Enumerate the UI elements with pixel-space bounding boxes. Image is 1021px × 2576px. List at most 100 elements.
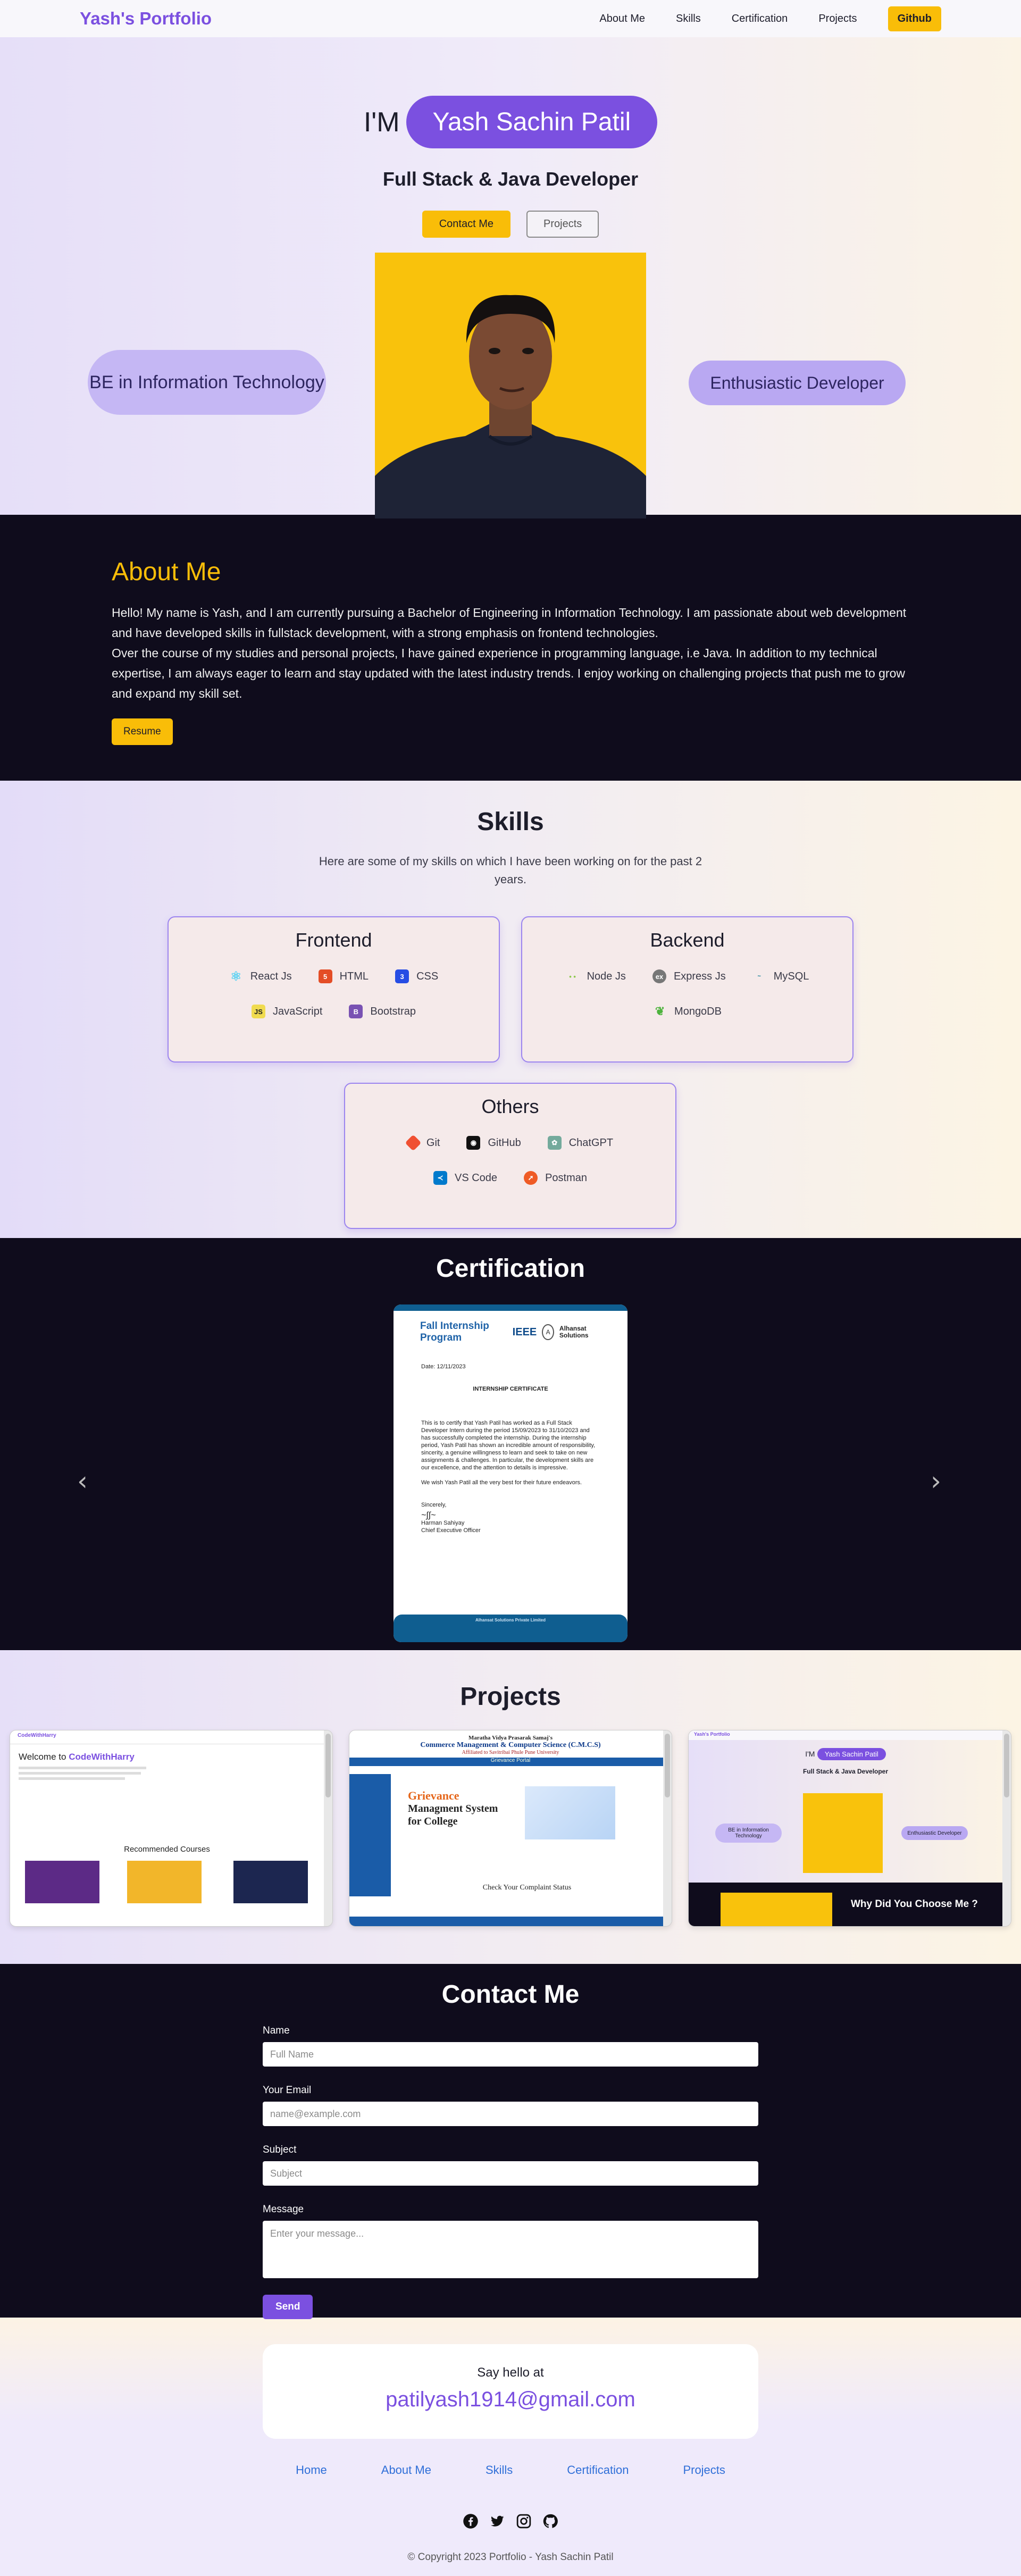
skill-list: Git ◉ GitHub ✿ ChatGPT ≺ VS Code ➚ Postman <box>345 1134 675 1185</box>
skill-name: MySQL <box>773 970 809 982</box>
skill-name: MongoDB <box>674 1005 722 1017</box>
skill-item: ~ MySQL <box>752 969 809 983</box>
say-hello-card: Say hello at patilyash1914@gmail.com <box>263 2344 758 2439</box>
skill-item: ≺ VS Code <box>433 1171 497 1185</box>
message-textarea[interactable] <box>263 2221 758 2278</box>
project-scrollbar[interactable] <box>324 1730 332 1926</box>
project-card-portfolio[interactable]: Yash's Portfolio I'M Yash Sachin Patil F… <box>688 1730 1011 1927</box>
html-icon: 5 <box>318 969 332 983</box>
skill-item: ◉ GitHub <box>466 1136 521 1150</box>
express-icon: ex <box>652 969 666 983</box>
course-thumb-javascript[interactable] <box>127 1861 202 1903</box>
instagram-icon[interactable] <box>516 2513 532 2529</box>
skill-card-title: Others <box>481 1095 539 1117</box>
skill-list: • • Node Js ex Express Js ~ MySQL ❦ MongoDB <box>522 969 852 1018</box>
footer-links: Home About Me Skills Certification Proje… <box>0 2463 1021 2477</box>
brand-logo[interactable]: Yash's Portfolio <box>80 9 212 29</box>
skill-name: CSS <box>416 970 439 982</box>
skills-title: Skills <box>477 808 544 836</box>
nav-link-certification[interactable]: Certification <box>732 13 788 25</box>
certificate-card: Fall Internship Program IEEE A Alhansat … <box>394 1304 627 1642</box>
skill-name: GitHub <box>488 1136 521 1149</box>
project-name-pill: Yash Sachin Patil <box>817 1748 886 1760</box>
facebook-icon[interactable] <box>463 2513 479 2529</box>
hero-name-row: I'M Yash Sachin Patil <box>0 96 1021 148</box>
send-button[interactable]: Send <box>263 2295 313 2319</box>
subject-label: Subject <box>263 2144 297 2155</box>
about-section: About Me Hello! My name is Yash, and I a… <box>0 515 1021 781</box>
certificate-sincerely: Sincerely, <box>421 1502 447 1508</box>
skill-list: ⚛ React Js 5 HTML 3 CSS JS JavaScript B Boots… <box>169 969 499 1018</box>
project-photo-2 <box>721 1893 832 1926</box>
footer-link-projects[interactable]: Projects <box>683 2463 725 2477</box>
project-scrollbar[interactable] <box>1002 1730 1011 1926</box>
project-photo <box>803 1793 883 1873</box>
nav-link-skills[interactable]: Skills <box>676 13 701 25</box>
nav-link-about[interactable]: About Me <box>599 13 645 25</box>
github-button[interactable]: Github <box>888 6 941 31</box>
course-thumb-python[interactable] <box>25 1861 99 1903</box>
github-icon[interactable] <box>542 2513 558 2529</box>
mongodb-icon: ❦ <box>655 1005 665 1018</box>
certificate-logos: IEEE A Alhansat Solutions <box>513 1324 601 1340</box>
email-link[interactable]: patilyash1914@gmail.com <box>263 2388 758 2412</box>
skill-name: VS Code <box>455 1172 498 1184</box>
contact-me-button[interactable]: Contact Me <box>422 211 510 238</box>
skill-name: React Js <box>250 970 292 982</box>
contact-form: Name Your Email Subject Message Send <box>263 2025 758 2319</box>
project-scrollbar[interactable] <box>663 1730 672 1926</box>
resume-button[interactable]: Resume <box>112 718 173 745</box>
skill-item: Git <box>405 1134 440 1151</box>
skill-card-title: Backend <box>650 929 725 951</box>
message-label: Message <box>263 2204 304 2215</box>
skill-name: ChatGPT <box>568 1136 614 1149</box>
hero-section: I'M Yash Sachin Patil Full Stack & Java … <box>0 37 1021 518</box>
footer-link-certification[interactable]: Certification <box>567 2463 629 2477</box>
ieee-logo: IEEE <box>512 1326 537 1338</box>
copyright-text: © Copyright 2023 Portfolio - Yash Sachin… <box>407 2552 614 2563</box>
certification-section: Certification ‹ › Fall Internship Progra… <box>0 1238 1021 1650</box>
certificate-heading: INTERNSHIP CERTIFICATE <box>473 1386 548 1392</box>
course-thumb-react[interactable] <box>233 1861 308 1903</box>
project-brand: Yash's Portfolio <box>689 1730 1011 1740</box>
skill-item: ❦ MongoDB <box>653 1005 722 1018</box>
projects-button[interactable]: Projects <box>526 211 599 238</box>
project-subtitle: Full Stack & Java Developer <box>802 1768 889 1775</box>
project-card-grievance[interactable]: Maratha Vidya Prasarak Samaj's Commerce … <box>349 1730 672 1927</box>
email-input[interactable] <box>263 2102 758 2126</box>
skill-card-title: Frontend <box>295 929 372 951</box>
skill-item: ⚛ React Js <box>229 969 292 984</box>
vscode-icon: ≺ <box>433 1171 447 1185</box>
footer-link-skills[interactable]: Skills <box>486 2463 513 2477</box>
about-text: Hello! My name is Yash, and I am current… <box>112 606 907 640</box>
project-sidebar <box>349 1774 391 1896</box>
footer-link-home[interactable]: Home <box>296 2463 327 2477</box>
about-title: About Me <box>112 558 221 586</box>
certificate-signer-title: Chief Executive Officer <box>421 1527 481 1534</box>
project-left-pill: BE in Information Technology <box>715 1824 782 1843</box>
nav-link-projects[interactable]: Projects <box>818 13 857 25</box>
name-input[interactable] <box>263 2042 758 2067</box>
social-icons <box>0 2513 1021 2529</box>
twitter-icon[interactable] <box>489 2513 505 2529</box>
postman-icon: ➚ <box>524 1171 538 1185</box>
skill-item: JS JavaScript <box>252 1005 322 1018</box>
subject-input[interactable] <box>263 2161 758 2186</box>
footer: Say hello at patilyash1914@gmail.com Hom… <box>0 2318 1021 2576</box>
degree-badge: BE in Information Technology <box>88 350 326 415</box>
profile-photo-illustration <box>375 253 646 518</box>
project-section-title: Recommended Courses <box>124 1845 210 1854</box>
carousel-next-icon[interactable]: › <box>931 1466 941 1496</box>
certificate-wish: We wish Yash Patil all the very best for… <box>421 1479 582 1486</box>
project-prefix: I'M <box>805 1750 815 1758</box>
project-headline-2: Managment System <box>408 1803 498 1814</box>
skill-name: Node Js <box>587 970 626 982</box>
skill-card-backend: Backend • • Node Js ex Express Js ~ MySQL ❦… <box>521 916 853 1063</box>
certificate-text: This is to certify that Yash Patil has w… <box>421 1420 596 1471</box>
footer-link-about[interactable]: About Me <box>381 2463 431 2477</box>
carousel-prev-icon[interactable]: ‹ <box>77 1466 88 1496</box>
project-portal-bar: Grievance Portal <box>349 1758 672 1766</box>
skill-item: 3 CSS <box>395 969 438 983</box>
name-label: Name <box>263 2025 290 2036</box>
project-card-codewithharry[interactable]: CodeWithHarry Welcome to CodeWithHarry R… <box>10 1730 333 1927</box>
